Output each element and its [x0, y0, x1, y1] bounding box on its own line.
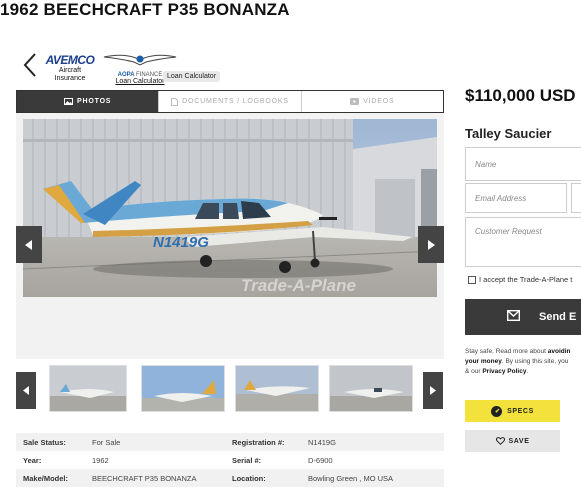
spec-value: For Sale [92, 437, 121, 447]
thumbnail-1[interactable] [49, 365, 127, 412]
tab-documents-label: DOCUMENTS / LOGBOOKS [182, 98, 289, 105]
chevron-left-icon [23, 386, 29, 395]
privacy-policy-link[interactable]: Privacy Policy [482, 368, 526, 375]
gallery-next-button[interactable] [418, 226, 444, 263]
envelope-icon [507, 310, 520, 321]
tail-number-text: N1419G [153, 234, 209, 251]
spec-value: BEECHCRAFT P35 BONANZA [92, 473, 197, 483]
thumbnail-4[interactable] [329, 365, 413, 412]
spec-key: Year: [23, 455, 42, 465]
save-button[interactable]: SAVE [465, 430, 560, 452]
spec-key: Sale Status: [23, 437, 66, 447]
media-tabs: PHOTOS DOCUMENTS / LOGBOOKS VIDEOS [16, 90, 444, 113]
tab-photos[interactable]: PHOTOS [17, 91, 160, 112]
spec-value: D-6900 [308, 455, 333, 465]
legal-notice: Stay safe. Read more about avoidin your … [465, 347, 581, 377]
document-icon [171, 97, 179, 106]
aopa-wings-icon [103, 54, 177, 66]
spec-key: Location: [232, 473, 266, 483]
thumbnail-3[interactable] [235, 365, 319, 412]
send-email-button[interactable]: Send E [465, 299, 581, 335]
spec-key: Registration #: [232, 437, 285, 447]
legal-text-1: Stay safe. Read more about [465, 348, 548, 355]
thumb-next-button[interactable] [423, 372, 443, 409]
table-row: Year: 1962 Serial #: D-6900 [16, 451, 444, 469]
seller-name: Talley Saucier [465, 126, 552, 141]
thumbnail-2[interactable] [141, 365, 225, 412]
thumb-prev-button[interactable] [16, 372, 36, 409]
spec-value: 1962 [92, 455, 109, 465]
email-placeholder: Email Address [475, 193, 527, 203]
chevron-right-icon [428, 239, 435, 250]
tab-documents-logbooks[interactable]: DOCUMENTS / LOGBOOKS [159, 91, 302, 112]
thumbnail-strip [16, 365, 444, 413]
phone-field[interactable] [571, 183, 581, 213]
video-icon [350, 98, 360, 105]
tab-videos-label: VIDEOS [363, 98, 395, 105]
customer-request-placeholder: Customer Request [475, 227, 542, 236]
gauge-icon [491, 405, 503, 417]
terms-label: I accept the Trade-A-Plane t [479, 275, 573, 284]
legal-text-2: . By using this site, you [501, 358, 569, 365]
avemco-logo: AVEMCO [45, 53, 95, 67]
spec-value: Bowling Green , MO USA [308, 473, 394, 483]
specs-label: SPECS [507, 407, 534, 415]
name-field[interactable]: Name [465, 147, 581, 181]
specs-button[interactable]: SPECS [465, 400, 560, 422]
terms-consent[interactable]: I accept the Trade-A-Plane t [468, 275, 572, 284]
photo-gallery: N1419G Trade-A-Plane [16, 113, 444, 359]
legal-text-3: & our [465, 368, 483, 375]
avemco-insurance-link[interactable]: AVEMCO Aircraft Insurance [44, 53, 96, 83]
tab-photos-label: PHOTOS [77, 98, 112, 105]
back-chevron-icon[interactable] [20, 52, 40, 78]
spec-key: Make/Model: [23, 473, 69, 483]
avemco-label-aircraft: Aircraft [58, 67, 82, 74]
loan-calculator-tooltip: Loan Calculator [163, 71, 221, 82]
chevron-left-icon [25, 239, 32, 250]
watermark-text: Trade-A-Plane [241, 276, 356, 295]
heart-icon [495, 437, 505, 445]
send-email-label: Send E [539, 311, 577, 323]
listing-price: $110,000 USD [465, 86, 576, 105]
terms-checkbox[interactable] [468, 275, 476, 284]
gallery-prev-button[interactable] [16, 226, 42, 263]
spec-value: N1419G [308, 437, 336, 447]
avemco-label-insurance: Insurance [54, 75, 86, 82]
spec-key: Serial #: [232, 455, 262, 465]
chevron-right-icon [430, 386, 436, 395]
legal-text-4: . [526, 368, 529, 375]
table-row: Make/Model: BEECHCRAFT P35 BONANZA Locat… [16, 469, 444, 487]
table-row: Sale Status: For Sale Registration #: N1… [16, 433, 444, 451]
email-field[interactable]: Email Address [465, 183, 567, 213]
specs-table: Sale Status: For Sale Registration #: N1… [16, 433, 444, 487]
your-money-link[interactable]: your money [465, 358, 502, 365]
listing-title: 1962 BEECHCRAFT P35 BONANZA [0, 0, 290, 19]
avoiding-fraud-link[interactable]: avoidin [548, 348, 571, 355]
save-label: SAVE [508, 437, 530, 445]
main-aircraft-photo[interactable]: N1419G Trade-A-Plane [23, 119, 437, 297]
customer-request-field[interactable]: Customer Request [465, 217, 581, 267]
name-placeholder: Name [475, 159, 497, 169]
image-icon [64, 98, 74, 105]
tab-videos[interactable]: VIDEOS [302, 91, 443, 112]
